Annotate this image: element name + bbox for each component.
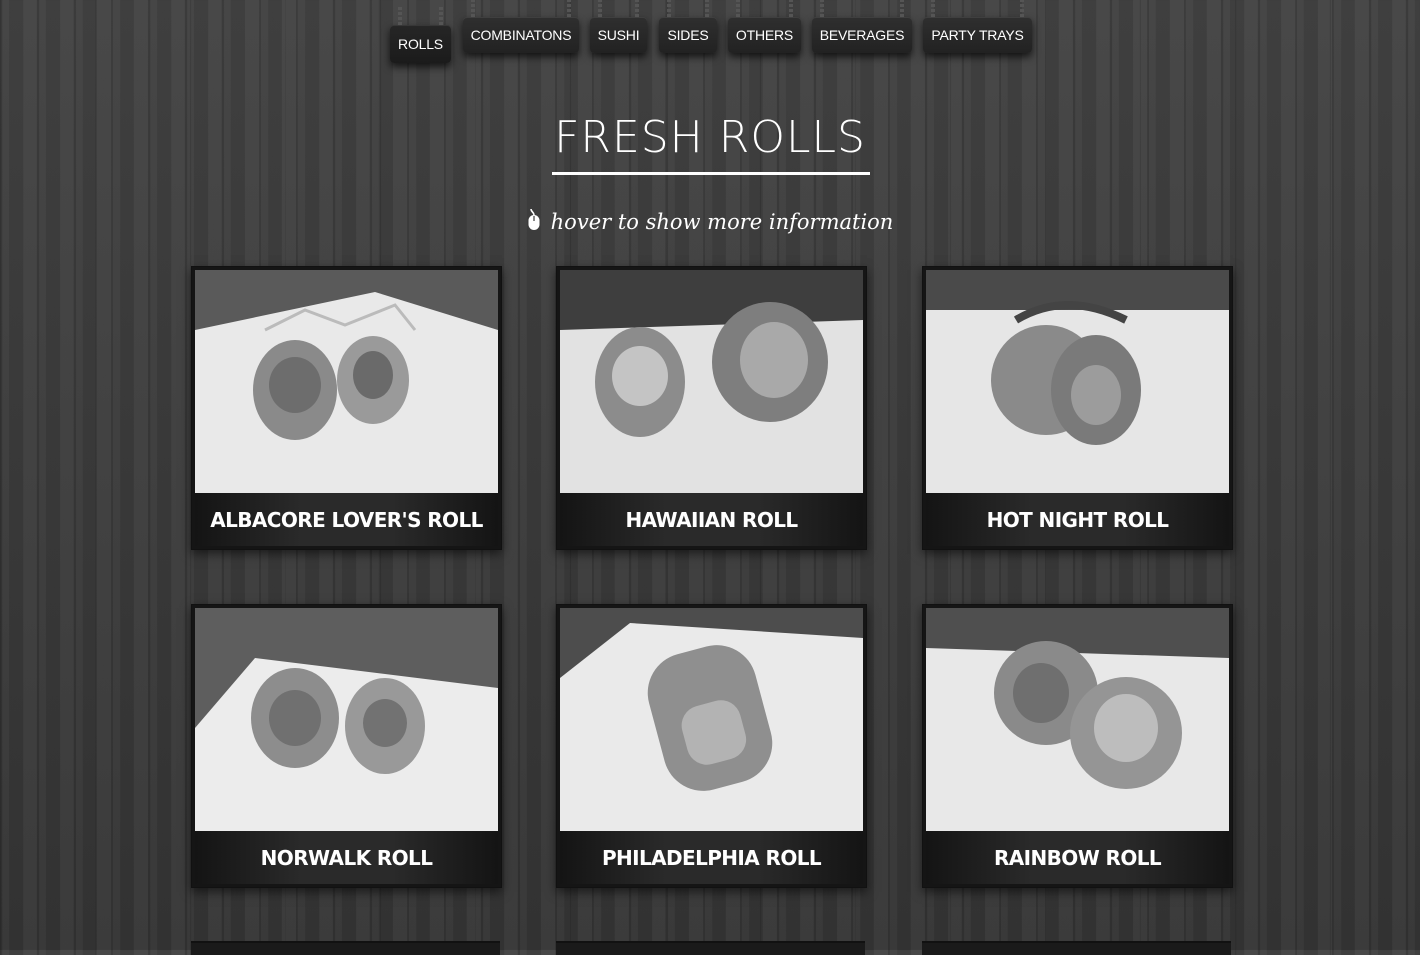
chain-decoration — [1020, 0, 1024, 17]
chain-decoration — [635, 0, 639, 17]
nav-tab-sushi[interactable]: SUSHI — [590, 0, 647, 53]
chain-decoration — [789, 0, 793, 17]
nav-tab-sides[interactable]: SIDES — [659, 0, 717, 53]
chain-decoration — [705, 0, 709, 17]
menu-card[interactable]: RAINBOW ROLL — [922, 604, 1233, 888]
title-underline — [552, 172, 870, 175]
menu-item-name: HAWAIIAN ROLL — [560, 493, 863, 546]
roll-photo — [926, 270, 1229, 493]
chain-decoration — [820, 0, 824, 17]
menu-card[interactable]: PHILADELPHIA ROLL — [556, 604, 867, 888]
chain-decoration — [471, 0, 475, 17]
nav-tab-label: SUSHI — [597, 27, 640, 43]
chain-decoration — [736, 0, 740, 17]
nav-tab-label: COMBINATONS — [470, 27, 572, 43]
hint-text: hover to show more information — [550, 210, 894, 234]
nav-tab-party-trays[interactable]: PARTY TRAYS — [923, 0, 1032, 53]
mouse-icon — [527, 207, 541, 236]
menu-card-partial[interactable] — [922, 941, 1231, 955]
menu-card-partial[interactable] — [191, 941, 500, 955]
chain-decoration — [931, 0, 935, 17]
menu-card-partial[interactable] — [556, 941, 865, 955]
chain-decoration — [667, 0, 671, 17]
menu-card[interactable]: ALBACORE LOVER'S ROLL — [191, 266, 502, 550]
menu-item-name: ALBACORE LOVER'S ROLL — [195, 493, 498, 546]
roll-photo — [195, 270, 498, 493]
nav-tab-combinations[interactable]: COMBINATONS — [463, 0, 579, 53]
roll-photo — [195, 608, 498, 831]
nav-tab-rolls[interactable]: ROLLS — [390, 7, 451, 63]
nav-tab-label: ROLLS — [398, 36, 443, 52]
menu-item-name: RAINBOW ROLL — [926, 831, 1229, 884]
menu-card[interactable]: HOT NIGHT ROLL — [922, 266, 1233, 550]
menu-card[interactable]: NORWALK ROLL — [191, 604, 502, 888]
chain-decoration — [567, 0, 571, 17]
chain-decoration — [598, 0, 602, 17]
menu-card[interactable]: HAWAIIAN ROLL — [556, 266, 867, 550]
menu-item-name: PHILADELPHIA ROLL — [560, 831, 863, 884]
nav-tab-label: BEVERAGES — [819, 27, 905, 43]
menu-item-name: HOT NIGHT ROLL — [926, 493, 1229, 546]
section-title: FRESH ROLLS — [554, 112, 866, 163]
roll-photo — [926, 608, 1229, 831]
hover-hint: hover to show more information — [0, 207, 1420, 236]
nav-tab-label: OTHERS — [735, 27, 794, 43]
nav-tab-label: PARTY TRAYS — [931, 27, 1024, 43]
chain-decoration — [398, 7, 402, 25]
roll-photo — [560, 608, 863, 831]
chain-decoration — [439, 7, 443, 25]
nav-tab-others[interactable]: OTHERS — [728, 0, 801, 53]
roll-photo — [560, 270, 863, 493]
nav-tab-label: SIDES — [667, 27, 709, 43]
menu-item-name: NORWALK ROLL — [195, 831, 498, 884]
chain-decoration — [900, 0, 904, 17]
category-nav: ROLLS COMBINATONS SUSHI SIDES OTHERS BEV… — [0, 0, 1420, 70]
nav-tab-beverages[interactable]: BEVERAGES — [812, 0, 912, 53]
